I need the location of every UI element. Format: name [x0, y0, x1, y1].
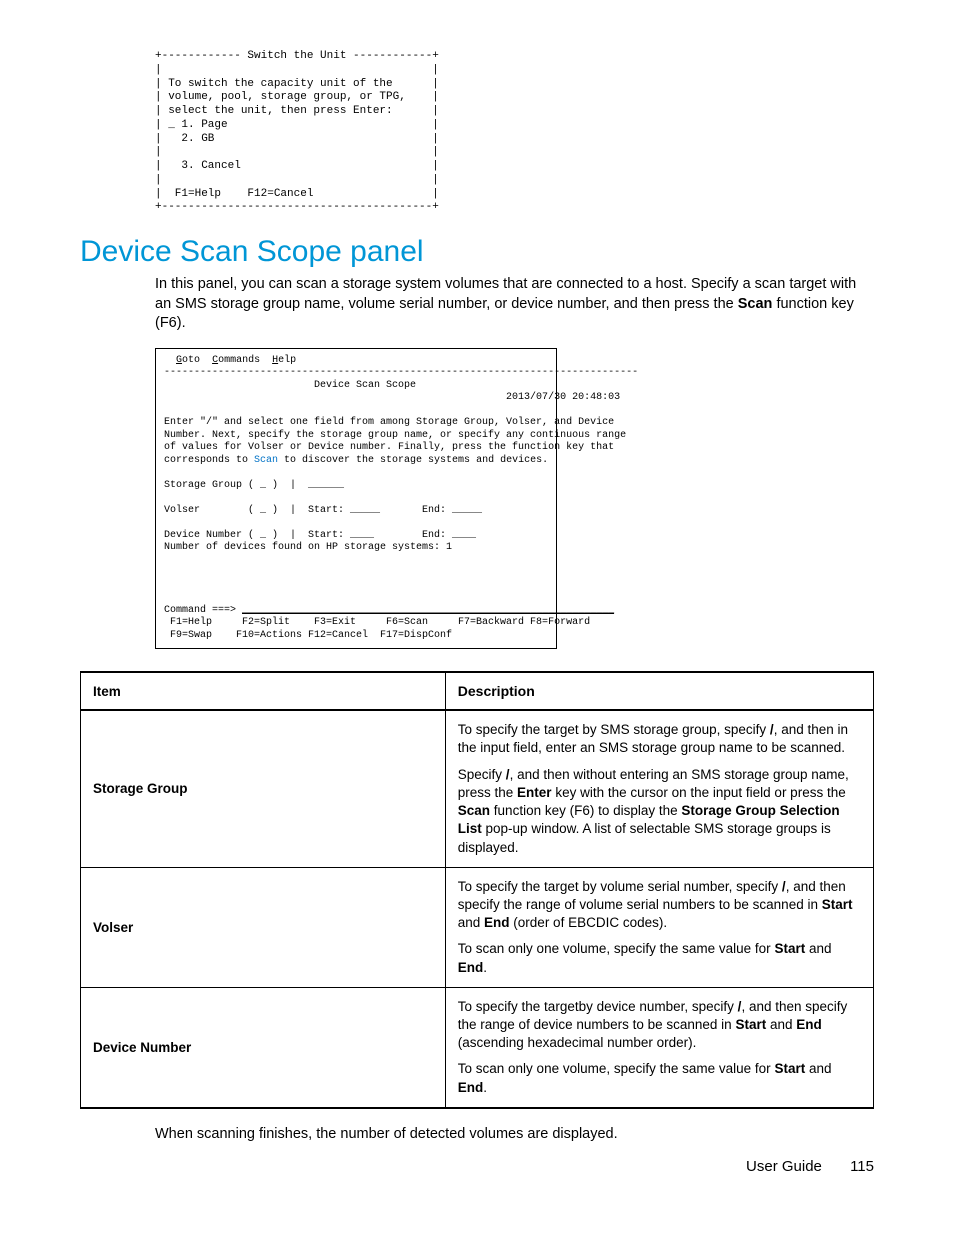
row-item-volser: Volser — [81, 867, 446, 987]
screen-instr-2: Number. Next, specify the storage group … — [164, 430, 626, 441]
screen-command-line: Command ===> ___________________________… — [164, 605, 614, 616]
screen-timestamp: 2013/07/30 20:48:03 — [164, 392, 620, 403]
intro-paragraph: In this panel, you can scan a storage sy… — [155, 275, 874, 334]
intro-scan-bold: Scan — [738, 296, 773, 312]
section-heading: Device Scan Scope panel — [80, 235, 874, 269]
screen-row-storage-group: Storage Group ( _ ) | ______ — [164, 480, 344, 491]
screen-instr-3: of values for Volser or Device number. F… — [164, 442, 614, 453]
screen-divider: ----------------------------------------… — [164, 367, 638, 378]
row-item-storage-group: Storage Group — [81, 710, 446, 867]
table-row: Storage Group To specify the target by S… — [81, 710, 874, 867]
screen-instr-1: Enter "/" and select one field from amon… — [164, 417, 614, 428]
description-table: Item Description Storage Group To specif… — [80, 671, 874, 1109]
row-desc-volser: To specify the target by volume serial n… — [445, 867, 873, 987]
row-item-device-number: Device Number — [81, 987, 446, 1108]
screen-row-device-number: Device Number ( _ ) | Start: ____ End: _… — [164, 530, 476, 541]
screen-row-found: Number of devices found on HP storage sy… — [164, 542, 452, 553]
menu-bar: Goto Commands Help — [164, 355, 296, 366]
page-footer: User Guide 115 — [746, 1158, 874, 1175]
screen-fkeys-2: F9=Swap F10=Actions F12=Cancel F17=DispC… — [164, 630, 452, 641]
closing-paragraph: When scanning finishes, the number of de… — [155, 1125, 874, 1145]
screen-instr-4: corresponds to Scan to discover the stor… — [164, 455, 548, 466]
device-scan-scope-screen: Goto Commands Help ---------------------… — [155, 348, 557, 650]
footer-page-number: 115 — [850, 1158, 874, 1175]
table-row: Volser To specify the target by volume s… — [81, 867, 874, 987]
screen-title: Device Scan Scope — [164, 380, 416, 391]
screen-row-volser: Volser ( _ ) | Start: _____ End: _____ — [164, 505, 482, 516]
footer-label: User Guide — [746, 1158, 822, 1175]
row-desc-storage-group: To specify the target by SMS storage gro… — [445, 710, 873, 867]
col-header-description: Description — [445, 672, 873, 710]
switch-unit-block: +------------ Switch the Unit ----------… — [155, 50, 874, 215]
table-row: Device Number To specify the targetby de… — [81, 987, 874, 1108]
screen-fkeys-1: F1=Help F2=Split F3=Exit F6=Scan F7=Back… — [164, 617, 590, 628]
row-desc-device-number: To specify the targetby device number, s… — [445, 987, 873, 1108]
col-header-item: Item — [81, 672, 446, 710]
